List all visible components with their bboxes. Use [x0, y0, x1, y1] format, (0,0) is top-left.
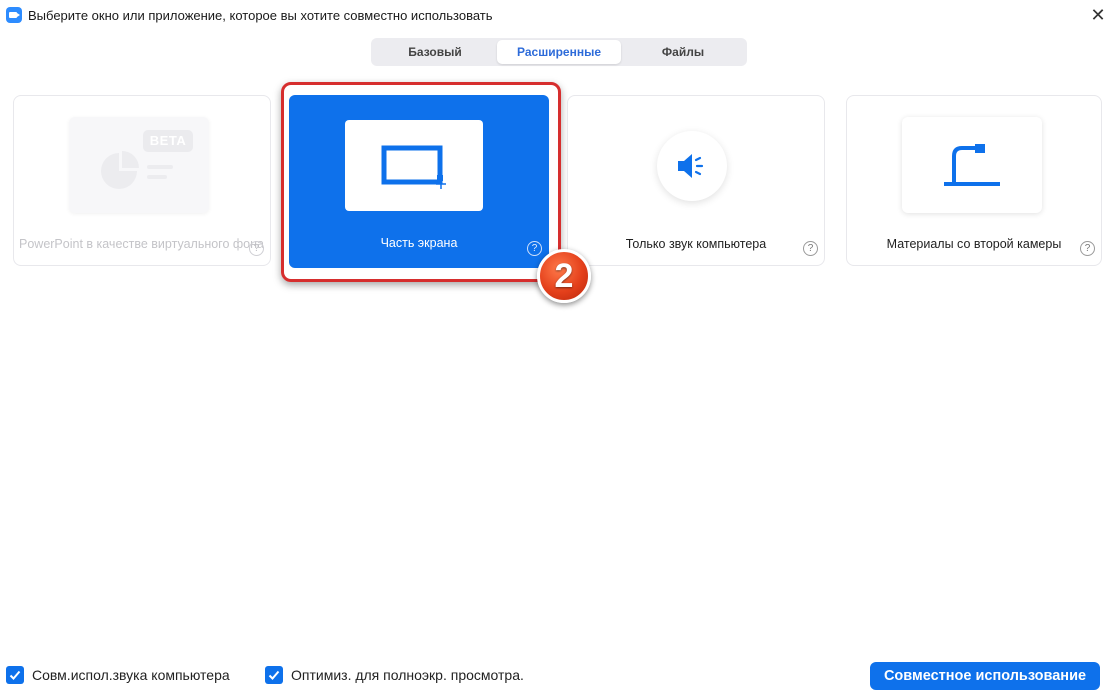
- pie-chart-icon: [101, 151, 173, 189]
- optimize-fullscreen-checkbox[interactable]: Оптимиз. для полноэкр. просмотра.: [265, 666, 524, 684]
- checkbox-checked-icon: [265, 666, 283, 684]
- window-title: Выберите окно или приложение, которое вы…: [28, 8, 493, 23]
- close-button[interactable]: ✕: [1087, 4, 1109, 26]
- card-portion-of-screen[interactable]: Часть экрана ?: [289, 95, 549, 268]
- tab-basic[interactable]: Базовый: [373, 40, 497, 64]
- help-icon[interactable]: ?: [527, 241, 542, 256]
- speaker-icon-circle: [657, 131, 727, 201]
- speaker-icon: [678, 154, 704, 178]
- card-computer-audio[interactable]: Только звук компьютера ?: [567, 95, 825, 266]
- card-powerpoint-background[interactable]: BETA PowerPoint в качестве виртуального …: [13, 95, 271, 266]
- tab-advanced[interactable]: Расширенные: [497, 40, 621, 64]
- camera-preview: [902, 117, 1042, 213]
- card-label: PowerPoint в качестве виртуального фона: [19, 237, 264, 251]
- screen-portion-icon: [381, 145, 446, 189]
- help-icon[interactable]: ?: [249, 241, 264, 256]
- checkbox-label: Совм.испол.звука компьютера: [32, 667, 230, 683]
- title-bar: Выберите окно или приложение, которое вы…: [0, 0, 1117, 30]
- screen-portion-preview: [345, 120, 483, 211]
- tab-files[interactable]: Файлы: [621, 40, 745, 64]
- highlight-frame: Часть экрана ?: [281, 82, 561, 282]
- card-label: Материалы со второй камеры: [886, 237, 1062, 251]
- card-label: Только звук компьютера: [625, 237, 767, 251]
- help-icon[interactable]: ?: [1080, 241, 1095, 256]
- beta-badge: BETA: [143, 130, 193, 152]
- document-camera-icon: [944, 144, 1000, 186]
- share-computer-sound-checkbox[interactable]: Совм.испол.звука компьютера: [6, 666, 230, 684]
- footer-bar: Совм.испол.звука компьютера Оптимиз. для…: [0, 660, 1117, 694]
- card-second-camera[interactable]: Материалы со второй камеры ?: [846, 95, 1102, 266]
- share-tabs: Базовый Расширенные Файлы: [371, 38, 747, 66]
- help-icon[interactable]: ?: [803, 241, 818, 256]
- zoom-app-icon: [6, 7, 22, 23]
- share-button[interactable]: Совместное использование: [870, 662, 1100, 690]
- step-number-badge: 2: [537, 249, 591, 303]
- checkbox-checked-icon: [6, 666, 24, 684]
- card-label: Часть экрана: [380, 236, 458, 250]
- powerpoint-preview: BETA: [69, 117, 209, 213]
- checkbox-label: Оптимиз. для полноэкр. просмотра.: [291, 667, 524, 683]
